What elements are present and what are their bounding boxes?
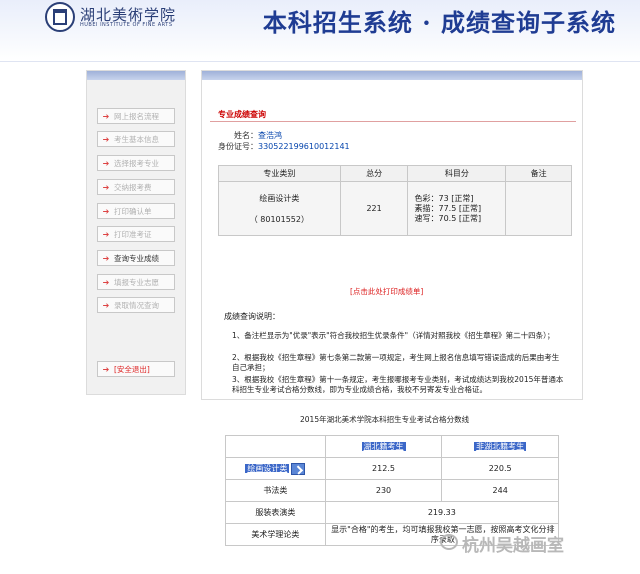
- cutoff-table: 湖北籍考生 非湖北籍考生 绘画设计类 212.5 220.5 书法类 230 2…: [225, 435, 560, 546]
- main-top-bar: [202, 71, 582, 80]
- main-panel: 专业成绩查询 姓名：查浩鸿 身份证号：330522199610012141 专业…: [201, 70, 583, 400]
- row-label: 服装表演类: [225, 501, 326, 524]
- header: 湖北美術学院 HUBEI INSTITUTE OF FINE ARTS 本科招生…: [0, 0, 640, 62]
- subject-score: 素描：77.5 [正常]: [414, 203, 482, 213]
- cutoff-corner: [225, 435, 326, 458]
- col-header-remark: 备注: [505, 165, 572, 182]
- sidebar-item-pay-fee[interactable]: ➔ 交纳报考费: [97, 179, 175, 195]
- subject-scores-cell: 色彩：73 [正常] 素描：77.5 [正常] 速写：70.5 [正常]: [407, 181, 507, 236]
- row-label: 绘画设计类: [245, 464, 290, 473]
- arrow-right-icon: ➔: [102, 206, 110, 216]
- arrow-right-icon: ➔: [102, 300, 110, 310]
- sidebar-top-bar: [87, 71, 185, 80]
- name-row: 姓名：查浩鸿: [234, 130, 282, 141]
- row-label: 美术学理论类: [225, 523, 326, 546]
- table-row: 绘画设计类 （ 80101552） 221 色彩：73 [正常] 素描：77.5…: [218, 181, 572, 236]
- note-item: 1、备注栏显示为"优录"表示"符合我校招生优录条件"（详情对照我校《招生章程》第…: [232, 331, 555, 340]
- cutoff-col-header: 非湖北籍考生: [441, 435, 559, 458]
- sidebar-item-basic-info[interactable]: ➔ 考生基本信息: [97, 131, 175, 147]
- logout-button[interactable]: ➔ [安全退出]: [97, 361, 175, 377]
- col-header-hubei: 湖北籍考生: [361, 442, 406, 451]
- col-header-total: 总分: [339, 165, 409, 182]
- remark-cell: [505, 181, 572, 236]
- notes-title: 成绩查询说明：: [224, 312, 280, 321]
- sidebar-item-choose-major[interactable]: ➔ 选择报考专业: [97, 155, 175, 171]
- subject-score: 色彩：73 [正常]: [414, 193, 474, 203]
- sidebar-item-registration-flow[interactable]: ➔ 网上报名流程: [97, 108, 175, 124]
- arrow-right-icon: ➔: [102, 111, 110, 121]
- cutoff-title: 2015年湖北美术学院本科招生专业考试合格分数线: [300, 415, 470, 424]
- id-value: 330522199610012141: [258, 142, 350, 151]
- cell-value: 244: [441, 479, 559, 502]
- major-cell: 绘画设计类 （ 80101552）: [218, 181, 341, 236]
- col-header-major: 专业类别: [218, 165, 341, 182]
- row-label: 书法类: [225, 479, 326, 502]
- arrow-right-icon: ➔: [102, 229, 110, 239]
- total-score: 221: [339, 181, 409, 236]
- print-score-link[interactable]: [点击此处打印成绩单]: [350, 286, 423, 297]
- cell-value: 230: [324, 479, 443, 502]
- score-table-header: 专业类别 总分 科目分 备注: [218, 165, 572, 182]
- name-value: 查浩鸿: [258, 131, 282, 140]
- arrow-right-icon: ➔: [102, 253, 110, 263]
- watermark: 杭州吴越画室: [462, 536, 564, 556]
- note-item: 2、根据我校《招生章程》第七条第二款第一项规定，考生网上报名信息填写错误造成的后…: [232, 353, 560, 372]
- table-row: 书法类 230 244: [225, 479, 559, 502]
- system-title: 本科招生系统 · 成绩查询子系统: [262, 8, 616, 37]
- arrow-right-icon: ➔: [102, 182, 110, 192]
- score-table: 专业类别 总分 科目分 备注 绘画设计类 （ 80101552） 221 色彩：…: [218, 165, 572, 236]
- table-row: 服装表演类 219.33: [225, 501, 560, 524]
- cutoff-header-row: 湖北籍考生 非湖北籍考生: [225, 435, 559, 458]
- arrow-right-icon: ➔: [102, 134, 110, 144]
- cell-value: 219.33: [324, 501, 560, 524]
- section-divider: [210, 121, 576, 122]
- arrow-right-icon: ➔: [102, 158, 110, 168]
- sidebar-item-fill-preferences[interactable]: ➔ 填报专业志愿: [97, 274, 175, 290]
- sidebar-item-print-confirmation[interactable]: ➔ 打印确认单: [97, 203, 175, 219]
- cell-value: 212.5: [324, 457, 443, 480]
- sidebar-item-query-scores[interactable]: ➔ 查询专业成绩: [97, 250, 175, 266]
- sidebar-item-print-admission-ticket[interactable]: ➔ 打印准考证: [97, 226, 175, 242]
- cell-value: 220.5: [441, 457, 559, 480]
- name-label: 姓名：: [234, 131, 258, 140]
- sidebar-item-admission-status[interactable]: ➔ 录取情况查询: [97, 297, 175, 313]
- major-name: 绘画设计类: [259, 193, 300, 203]
- arrow-right-icon: ➔: [102, 364, 110, 374]
- note-item: 3、根据我校《招生章程》第十一条规定，考生报哪报考专业类别，考试成绩达到我校20…: [232, 375, 564, 394]
- popup-arrow-icon[interactable]: [291, 462, 306, 475]
- col-header-subjects: 科目分: [407, 165, 507, 182]
- id-label: 身份证号：: [218, 142, 258, 151]
- id-row: 身份证号：330522199610012141: [218, 141, 350, 152]
- school-name-en: HUBEI INSTITUTE OF FINE ARTS: [80, 22, 173, 28]
- arrow-right-icon: ➔: [102, 277, 110, 287]
- major-code: （ 80101552）: [249, 214, 309, 224]
- school-logo-icon: [45, 2, 75, 32]
- col-header-non-hubei: 非湖北籍考生: [474, 442, 527, 451]
- wechat-icon: [440, 534, 458, 550]
- cutoff-col-header: 湖北籍考生: [324, 435, 443, 458]
- subject-score: 速写：70.5 [正常]: [414, 213, 482, 223]
- table-row: 绘画设计类 212.5 220.5: [225, 457, 559, 480]
- row-label-cell: 绘画设计类: [225, 457, 326, 480]
- section-title: 专业成绩查询: [218, 110, 266, 119]
